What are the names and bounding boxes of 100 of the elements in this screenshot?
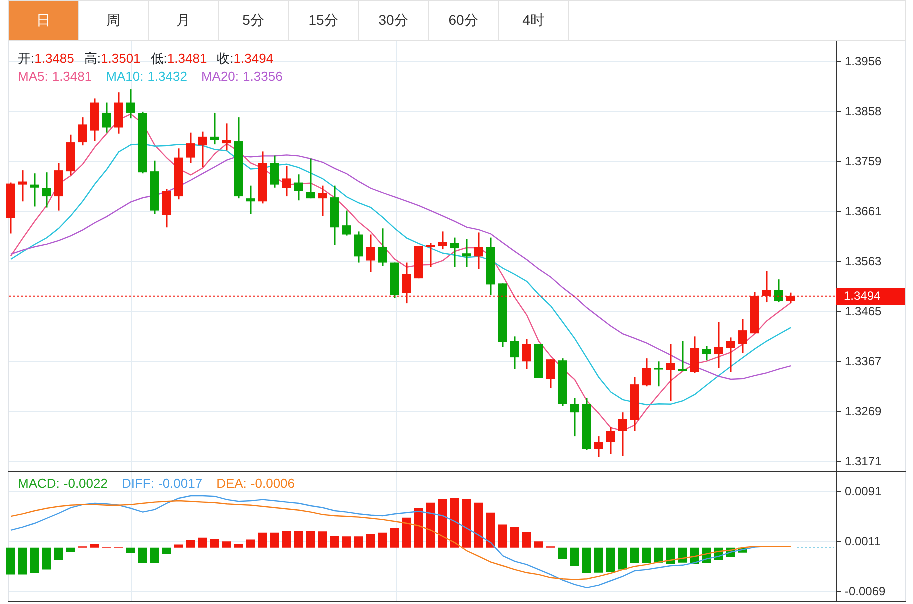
macd-bar — [486, 512, 496, 548]
candlestick — [474, 232, 484, 270]
macd-bar — [342, 536, 352, 548]
candlestick — [690, 336, 700, 374]
candlestick — [786, 292, 796, 304]
macd-bar — [570, 548, 580, 566]
candlestick — [630, 377, 640, 432]
axis-label: 1.3759 — [845, 154, 882, 168]
candlestick — [666, 344, 676, 402]
candlestick — [390, 262, 400, 298]
axis-label: -0.0069 — [845, 584, 886, 598]
candlestick — [498, 284, 508, 348]
candlestick — [258, 152, 268, 204]
candlestick — [318, 186, 328, 216]
candlestick — [54, 163, 64, 211]
candlestick — [366, 234, 376, 272]
legend-name: MA10: — [106, 68, 144, 86]
axis-label: 1.3563 — [845, 254, 882, 268]
legend-value: -0.0022 — [64, 475, 108, 493]
candlestick — [522, 339, 532, 370]
candlestick — [414, 246, 424, 279]
macd-bar — [246, 540, 256, 548]
candlestick — [642, 358, 652, 387]
macd-bar — [150, 548, 160, 564]
macd-bar — [198, 538, 208, 548]
candlestick — [30, 174, 40, 207]
ohlc-value: 1.3494 — [234, 50, 274, 68]
macd-bar — [270, 532, 280, 548]
macd-bar — [294, 531, 304, 548]
candlestick — [114, 92, 124, 134]
candlestick — [534, 344, 544, 378]
candlestick — [306, 158, 316, 199]
macd-bar — [438, 499, 448, 548]
macd-bar — [42, 548, 52, 570]
macd-bar — [234, 544, 244, 548]
candlestick — [354, 232, 364, 263]
ohlc-value: 1.3501 — [101, 50, 141, 68]
macd-bar — [498, 524, 508, 548]
candlestick — [66, 134, 76, 176]
macd-bar — [582, 548, 592, 574]
ohlc-value: 1.3485 — [34, 50, 74, 68]
candlestick — [714, 322, 724, 368]
macd-bar — [618, 548, 628, 570]
legend-name: MACD: — [18, 475, 60, 493]
candlestick — [270, 156, 280, 188]
macd-bar — [186, 540, 196, 548]
candlestick — [774, 280, 784, 303]
candlestick — [126, 90, 136, 119]
macd-bar — [6, 548, 16, 575]
macd-bar — [18, 548, 28, 575]
candlestick — [462, 239, 472, 268]
axis-label: 0.0011 — [845, 534, 881, 548]
legend-value: 1.3481 — [52, 68, 92, 86]
candlestick — [162, 189, 172, 228]
candlestick — [330, 186, 340, 246]
candlestick — [186, 132, 196, 164]
ohlc-label: 低: — [150, 50, 168, 68]
candlestick — [594, 436, 604, 458]
macd-bar — [306, 531, 316, 548]
macd-bar — [642, 548, 652, 564]
macd-bar — [462, 499, 472, 548]
candlestick — [42, 172, 52, 208]
candlestick — [222, 124, 232, 151]
candlestick — [102, 102, 112, 133]
candlestick — [246, 186, 256, 214]
macd-bar — [474, 502, 484, 548]
candlestick — [342, 210, 352, 236]
candlestick — [510, 336, 520, 370]
candlestick — [150, 160, 160, 214]
candlestick — [174, 148, 184, 200]
axis-label: 1.3269 — [845, 404, 882, 418]
macd-bar — [450, 498, 460, 548]
axis-label: 0.0091 — [845, 484, 882, 498]
macd-bar — [138, 548, 148, 564]
macd-bar — [354, 536, 364, 548]
macd-bar — [66, 548, 76, 552]
macd-bar — [402, 518, 412, 548]
macd-bar — [210, 539, 220, 548]
candlestick — [618, 412, 628, 456]
macd-bar — [534, 542, 544, 548]
ohlc-label: 收: — [217, 50, 234, 68]
macd-bar — [366, 534, 376, 548]
macd-bar — [738, 548, 748, 553]
legend-value: -0.0006 — [250, 475, 296, 493]
candlestick — [282, 166, 292, 197]
candlestick — [558, 358, 568, 406]
macd-bar — [222, 542, 232, 548]
macd-bar — [30, 548, 40, 574]
candlestick — [438, 232, 448, 250]
macd-bar — [654, 548, 664, 563]
candlestick — [210, 112, 220, 145]
candlestick — [654, 362, 664, 387]
macd-bar — [426, 502, 436, 548]
macd-bar — [174, 544, 184, 548]
legend-value: 1.3356 — [243, 68, 283, 86]
candlestick — [18, 170, 28, 202]
macd-bar — [390, 528, 400, 548]
candlestick — [546, 360, 556, 388]
macd-bar — [414, 508, 424, 548]
axis-label: 1.3661 — [845, 204, 882, 218]
